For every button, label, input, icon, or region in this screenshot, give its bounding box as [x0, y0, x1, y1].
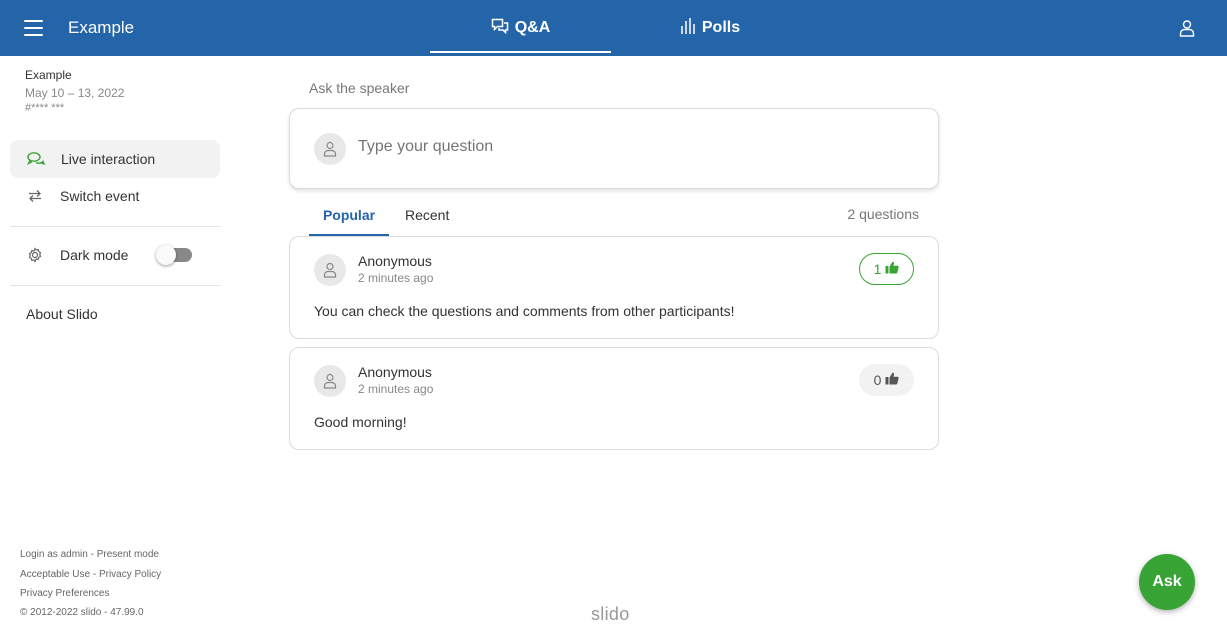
footer-preferences-line: Privacy Preferences	[20, 588, 109, 599]
footer-policy-line: Acceptable Use - Privacy Policy	[20, 569, 162, 580]
question-count: 2 questions	[847, 206, 919, 222]
sidebar: Example May 10 – 13, 2022 #**** *** Live…	[0, 56, 230, 642]
tab-recent[interactable]: Recent	[405, 194, 449, 236]
like-button[interactable]: 0	[859, 364, 914, 396]
event-name: Example	[25, 68, 72, 82]
tab-qa[interactable]: Q&A	[430, 0, 611, 56]
chat-bubbles-icon	[491, 17, 509, 40]
thumbs-up-icon	[885, 261, 900, 277]
bar-chart-icon	[680, 17, 696, 40]
slido-logo: slido	[591, 604, 630, 624]
sidebar-item-live-interaction[interactable]: Live interaction	[10, 140, 220, 178]
question-author: Anonymous	[358, 364, 432, 380]
chat-bubbles-icon	[27, 150, 45, 168]
question-card: Anonymous 2 minutes ago 1 You can check …	[289, 236, 939, 339]
event-dates: May 10 – 13, 2022	[25, 86, 125, 100]
dark-mode-toggle[interactable]	[156, 245, 192, 265]
avatar	[314, 133, 346, 165]
privacy-preferences-link[interactable]: Privacy Preferences	[20, 588, 109, 599]
tab-polls-label: Polls	[701, 19, 741, 36]
about-slido-link[interactable]: About Slido	[26, 306, 98, 322]
like-count: 0	[873, 372, 882, 388]
event-code: #**** ***	[25, 102, 65, 114]
sidebar-divider	[10, 226, 220, 227]
privacy-policy-link[interactable]: Privacy Policy	[99, 569, 161, 580]
question-time: 2 minutes ago	[358, 271, 434, 285]
footer-admin-line: Login as admin - Present mode	[20, 549, 159, 560]
acceptable-use-link[interactable]: Acceptable Use	[20, 569, 90, 580]
question-text: Good morning!	[314, 414, 407, 430]
question-text: You can check the questions and comments…	[314, 303, 735, 319]
question-time: 2 minutes ago	[358, 382, 434, 396]
question-input[interactable]	[358, 138, 898, 156]
question-author: Anonymous	[358, 253, 432, 269]
question-card: Anonymous 2 minutes ago 0 Good morning!	[289, 347, 939, 450]
thumbs-up-icon	[885, 372, 900, 388]
switch-arrows-icon	[26, 187, 44, 205]
sidebar-divider	[10, 285, 220, 286]
tab-polls[interactable]: Polls	[660, 0, 760, 56]
present-mode-link[interactable]: Present mode	[97, 549, 159, 560]
menu-icon[interactable]	[24, 20, 43, 36]
login-admin-link[interactable]: Login as admin	[20, 549, 88, 560]
ask-speaker-label: Ask the speaker	[309, 80, 410, 96]
like-button[interactable]: 1	[859, 253, 914, 285]
top-bar: Example Q&A Polls	[0, 0, 1227, 56]
user-profile-icon[interactable]	[1177, 18, 1197, 38]
sidebar-item-label: Switch event	[60, 188, 140, 204]
avatar	[314, 365, 346, 397]
sidebar-item-label: Live interaction	[61, 151, 156, 167]
dark-mode-label: Dark mode	[60, 247, 129, 263]
sidebar-item-switch-event[interactable]: Switch event	[10, 177, 220, 215]
app-title: Example	[68, 18, 135, 37]
like-count: 1	[873, 261, 882, 277]
tab-qa-label: Q&A	[514, 19, 551, 36]
ask-button[interactable]: Ask	[1139, 554, 1195, 610]
avatar	[314, 254, 346, 286]
tab-popular[interactable]: Popular	[309, 194, 389, 236]
copyright: © 2012-2022 slido - 47.99.0	[20, 607, 144, 618]
question-composer[interactable]	[289, 108, 939, 189]
gear-icon	[26, 246, 44, 264]
dark-mode-row: Dark mode	[10, 236, 220, 274]
